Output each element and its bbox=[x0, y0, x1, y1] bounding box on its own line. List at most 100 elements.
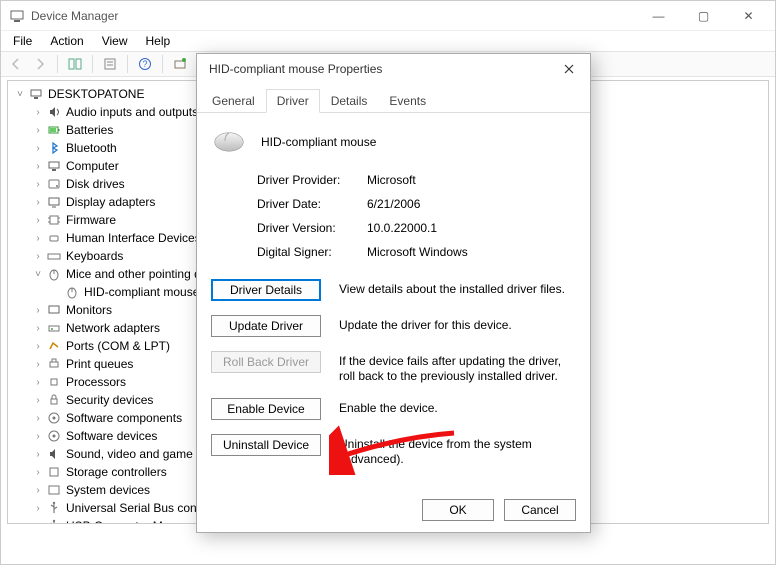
tree-item-label: USB Connector Managers bbox=[64, 519, 208, 524]
sound-icon bbox=[46, 446, 62, 462]
expand-icon[interactable]: › bbox=[32, 430, 44, 442]
expand-icon[interactable]: › bbox=[32, 484, 44, 496]
mouse-icon bbox=[211, 129, 247, 155]
update-driver-button[interactable]: Update Driver bbox=[211, 315, 321, 337]
menu-action[interactable]: Action bbox=[42, 32, 91, 50]
value-signer: Microsoft Windows bbox=[367, 245, 576, 259]
expand-icon[interactable]: › bbox=[32, 358, 44, 370]
menu-file[interactable]: File bbox=[5, 32, 40, 50]
uninstall-device-button[interactable]: Uninstall Device bbox=[211, 434, 321, 456]
expand-icon[interactable]: › bbox=[32, 124, 44, 136]
tree-item-label: HID-compliant mouse bbox=[82, 285, 201, 299]
dialog-title: HID-compliant mouse Properties bbox=[209, 62, 554, 76]
label-signer: Digital Signer: bbox=[257, 245, 367, 259]
network-icon bbox=[46, 320, 62, 336]
tree-item-label: Security devices bbox=[64, 393, 155, 407]
tree-item-label: Computer bbox=[64, 159, 121, 173]
expand-icon[interactable]: › bbox=[32, 196, 44, 208]
menu-help[interactable]: Help bbox=[138, 32, 179, 50]
dialog-titlebar: HID-compliant mouse Properties bbox=[197, 54, 590, 84]
expand-icon[interactable]: › bbox=[32, 178, 44, 190]
hid-icon bbox=[46, 230, 62, 246]
menubar: File Action View Help bbox=[1, 31, 775, 51]
properties-dialog: HID-compliant mouse Properties General D… bbox=[196, 53, 591, 533]
expand-icon[interactable]: › bbox=[32, 250, 44, 262]
tree-item-label: Human Interface Devices bbox=[64, 231, 203, 245]
tree-item-label: Network adapters bbox=[64, 321, 162, 335]
expand-icon[interactable]: › bbox=[32, 520, 44, 524]
tree-item-label: Software components bbox=[64, 411, 184, 425]
value-provider: Microsoft bbox=[367, 173, 576, 187]
audio-icon bbox=[46, 104, 62, 120]
cancel-button[interactable]: Cancel bbox=[504, 499, 576, 521]
expand-icon[interactable]: › bbox=[32, 376, 44, 388]
security-icon bbox=[46, 392, 62, 408]
usb-icon bbox=[46, 500, 62, 516]
show-hide-tree-button[interactable] bbox=[64, 53, 86, 75]
tree-item-label: Disk drives bbox=[64, 177, 127, 191]
value-date: 6/21/2006 bbox=[367, 197, 576, 211]
label-date: Driver Date: bbox=[257, 197, 367, 211]
tab-driver[interactable]: Driver bbox=[266, 89, 320, 113]
dialog-close-button[interactable] bbox=[554, 57, 584, 81]
menu-view[interactable]: View bbox=[94, 32, 136, 50]
window-title: Device Manager bbox=[31, 9, 636, 23]
titlebar: Device Manager — ▢ ✕ bbox=[1, 1, 775, 31]
close-button[interactable]: ✕ bbox=[726, 2, 771, 30]
tree-item-label: Print queues bbox=[64, 357, 135, 371]
label-provider: Driver Provider: bbox=[257, 173, 367, 187]
scan-hardware-button[interactable] bbox=[169, 53, 191, 75]
driver-details-button[interactable]: Driver Details bbox=[211, 279, 321, 301]
help-button[interactable]: ? bbox=[134, 53, 156, 75]
expand-icon[interactable]: › bbox=[32, 232, 44, 244]
tree-item-label: System devices bbox=[64, 483, 152, 497]
storage-icon bbox=[46, 464, 62, 480]
enable-device-button[interactable]: Enable Device bbox=[211, 398, 321, 420]
minimize-button[interactable]: — bbox=[636, 2, 681, 30]
monitor-icon bbox=[46, 302, 62, 318]
printer-icon bbox=[46, 356, 62, 372]
tree-item-label: Display adapters bbox=[64, 195, 157, 209]
rollback-driver-desc: If the device fails after updating the d… bbox=[339, 351, 576, 384]
label-version: Driver Version: bbox=[257, 221, 367, 235]
expand-icon[interactable]: › bbox=[32, 502, 44, 514]
back-button[interactable] bbox=[5, 53, 27, 75]
toolbar-separator bbox=[127, 55, 128, 73]
expand-icon[interactable]: › bbox=[32, 322, 44, 334]
maximize-button[interactable]: ▢ bbox=[681, 2, 726, 30]
tab-events[interactable]: Events bbox=[378, 89, 437, 113]
tab-general[interactable]: General bbox=[201, 89, 266, 113]
expand-icon[interactable]: › bbox=[32, 160, 44, 172]
expand-icon[interactable]: › bbox=[32, 394, 44, 406]
spacer bbox=[50, 286, 62, 298]
properties-button[interactable] bbox=[99, 53, 121, 75]
expand-icon[interactable]: › bbox=[32, 340, 44, 352]
expand-icon[interactable]: › bbox=[32, 412, 44, 424]
tab-details[interactable]: Details bbox=[320, 89, 379, 113]
tree-item-label: Audio inputs and outputs bbox=[64, 105, 200, 119]
collapse-icon[interactable]: ˅ bbox=[14, 88, 26, 100]
tree-item-label: Monitors bbox=[64, 303, 114, 317]
expand-icon[interactable]: › bbox=[32, 466, 44, 478]
expand-icon[interactable]: › bbox=[32, 304, 44, 316]
tree-item-label: Batteries bbox=[64, 123, 115, 137]
firmware-icon bbox=[46, 212, 62, 228]
toolbar-separator bbox=[57, 55, 58, 73]
expand-icon[interactable]: › bbox=[32, 142, 44, 154]
display-icon bbox=[46, 194, 62, 210]
mouse-icon bbox=[46, 266, 62, 282]
toolbar-separator bbox=[162, 55, 163, 73]
disk-icon bbox=[46, 176, 62, 192]
expand-icon[interactable]: › bbox=[32, 106, 44, 118]
ok-button[interactable]: OK bbox=[422, 499, 494, 521]
system-icon bbox=[46, 482, 62, 498]
tree-item-label: Processors bbox=[64, 375, 128, 389]
expand-icon[interactable]: › bbox=[32, 214, 44, 226]
computer-icon bbox=[46, 158, 62, 174]
forward-button[interactable] bbox=[29, 53, 51, 75]
uninstall-device-desc: Uninstall the device from the system (Ad… bbox=[339, 434, 576, 467]
rollback-driver-button: Roll Back Driver bbox=[211, 351, 321, 373]
collapse-icon[interactable]: ˅ bbox=[32, 268, 44, 280]
tree-item-label: Bluetooth bbox=[64, 141, 119, 155]
expand-icon[interactable]: › bbox=[32, 448, 44, 460]
